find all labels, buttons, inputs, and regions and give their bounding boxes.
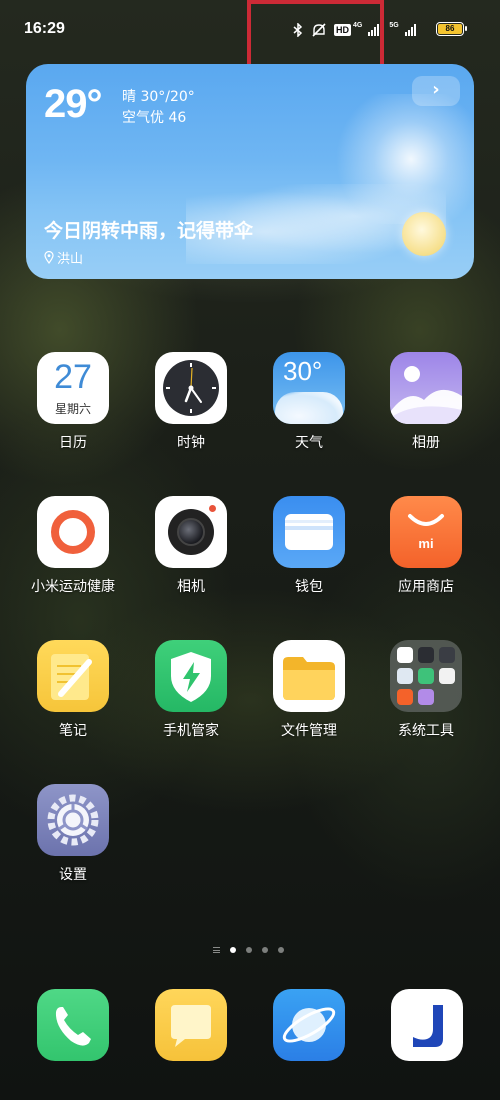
weather-app-temp: 30° (283, 356, 323, 386)
status-time: 16:29 (24, 20, 65, 37)
dock-browser[interactable] (273, 989, 345, 1061)
page-dot[interactable] (230, 947, 236, 953)
app-store-icon: mi (390, 496, 462, 568)
signal-5g-icon (404, 24, 416, 36)
gallery-icon (390, 352, 462, 424)
dock-messages[interactable] (155, 989, 227, 1061)
app-j-icon (391, 989, 463, 1061)
security-shield-icon (155, 640, 227, 712)
page-list-icon (213, 947, 220, 953)
app-wallet[interactable]: 钱包 (254, 496, 364, 596)
weather-location: 洪山 (44, 248, 83, 267)
weather-widget[interactable]: 29° 晴 30°/20° 空气优 46 › 今日阴转中雨，记得带伞 洪山 (26, 64, 474, 279)
app-label: 小米运动健康 (31, 579, 115, 595)
app-label: 时钟 (177, 435, 205, 451)
app-label: 日历 (59, 435, 87, 451)
folder-system-tools[interactable]: 系统工具 (371, 640, 481, 740)
app-label: 笔记 (59, 723, 87, 739)
settings-gear-icon (37, 784, 109, 856)
air-quality: 空气优 46 (122, 110, 187, 126)
fitness-ring-icon (37, 496, 109, 568)
clock-icon (155, 352, 227, 424)
calendar-icon: 27 星期六 (37, 352, 109, 424)
net-5g-label: 5G (389, 21, 399, 29)
app-settings[interactable]: 设置 (18, 784, 128, 884)
app-mi-fitness[interactable]: 小米运动健康 (18, 496, 128, 596)
location-name: 洪山 (57, 252, 84, 267)
app-gallery[interactable]: 相册 (371, 352, 481, 452)
app-label: 相机 (177, 579, 205, 595)
page-dot[interactable] (278, 947, 284, 953)
page-dot[interactable] (262, 947, 268, 953)
app-label: 天气 (295, 435, 323, 451)
app-clock[interactable]: 时钟 (136, 352, 246, 452)
app-label: 应用商店 (398, 579, 454, 595)
store-mi-text: mi (418, 536, 434, 551)
app-label: 手机管家 (163, 723, 219, 739)
calendar-weekday: 星期六 (54, 402, 91, 416)
notes-icon (37, 640, 109, 712)
app-weather[interactable]: 30° 天气 (254, 352, 364, 452)
app-label: 设置 (59, 867, 87, 883)
page-indicator[interactable] (213, 947, 284, 953)
weather-expand-button[interactable]: › (412, 76, 460, 106)
highlight-annotation (247, 0, 384, 68)
folder-icon (273, 640, 345, 712)
phone-icon (37, 989, 109, 1061)
app-store[interactable]: mi 应用商店 (371, 496, 481, 596)
app-camera[interactable]: 相机 (136, 496, 246, 596)
app-file-manager[interactable]: 文件管理 (254, 640, 364, 740)
weather-condition: 晴 30°/20° (122, 89, 195, 105)
messages-icon (155, 989, 227, 1061)
tools-folder-icon (390, 640, 462, 712)
browser-icon (273, 989, 345, 1061)
battery-level: 86 (438, 24, 462, 34)
dock-app-j[interactable] (391, 989, 463, 1061)
app-label: 相册 (412, 435, 440, 451)
app-security[interactable]: 手机管家 (136, 640, 246, 740)
weather-app-icon: 30° (273, 352, 345, 424)
dock-phone[interactable] (37, 989, 109, 1061)
battery-icon: 86 (436, 22, 467, 36)
location-pin-icon (44, 251, 54, 264)
sun-icon (402, 212, 446, 256)
app-label: 文件管理 (281, 723, 337, 739)
app-label: 系统工具 (398, 723, 454, 739)
calendar-day: 27 (54, 358, 92, 396)
weather-tip: 今日阴转中雨，记得带伞 (44, 220, 254, 242)
weather-temperature: 29° (44, 82, 102, 126)
app-notes[interactable]: 笔记 (18, 640, 128, 740)
app-calendar[interactable]: 27 星期六 日历 (18, 352, 128, 452)
app-label: 钱包 (295, 579, 323, 595)
camera-icon (155, 496, 227, 568)
wallet-icon (273, 496, 345, 568)
page-dot[interactable] (246, 947, 252, 953)
